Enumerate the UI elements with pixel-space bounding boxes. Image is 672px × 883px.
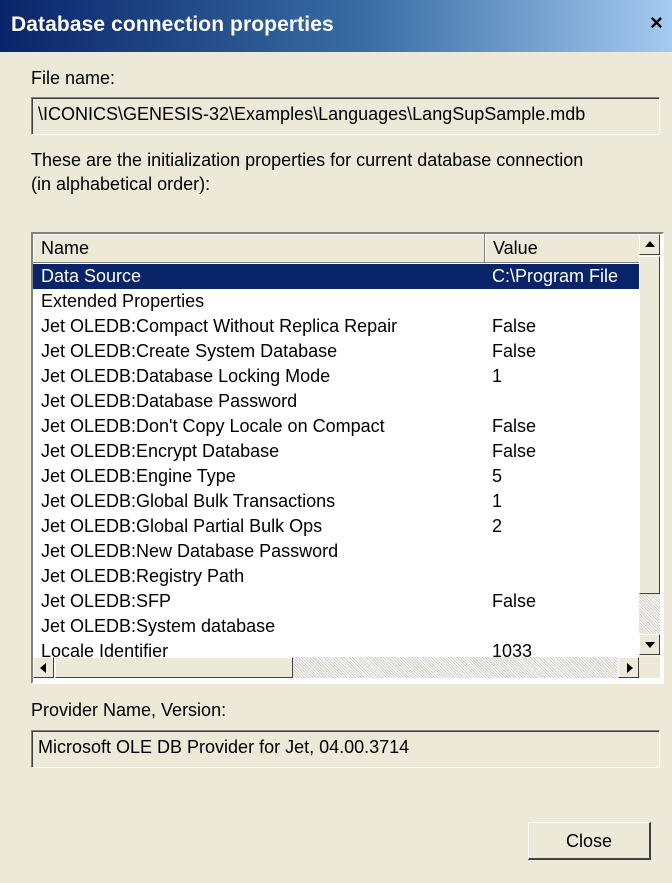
property-value: False — [492, 341, 537, 361]
scroll-up-button[interactable] — [639, 234, 660, 255]
window-title: Database connection properties — [11, 13, 334, 36]
arrow-down-icon — [645, 642, 655, 648]
property-name: Jet OLEDB:Registry Path — [41, 566, 245, 586]
file-name-label: File name: — [31, 68, 116, 88]
scroll-left-button[interactable] — [33, 657, 54, 678]
table-row[interactable]: Jet OLEDB:Database Password — [33, 389, 639, 414]
vertical-scroll-track[interactable] — [639, 594, 660, 634]
property-value: C:\Program File — [492, 266, 619, 286]
provider-label: Provider Name, Version: — [31, 700, 227, 720]
property-value: 5 — [492, 466, 503, 486]
property-name: Jet OLEDB:Encrypt Database — [41, 441, 280, 461]
property-name: Extended Properties — [41, 291, 205, 311]
arrow-right-icon — [627, 663, 633, 673]
table-row[interactable]: Jet OLEDB:Compact Without Replica Repair… — [33, 314, 639, 339]
table-row[interactable]: Jet OLEDB:Encrypt Database False — [33, 439, 639, 464]
property-name: Jet OLEDB:System database — [41, 616, 276, 636]
table-row[interactable]: Jet OLEDB:Registry Path — [33, 564, 639, 589]
close-button[interactable]: Close — [528, 822, 651, 860]
table-row[interactable]: Data Source C:\Program File — [33, 264, 639, 289]
table-row[interactable]: Jet OLEDB:Don't Copy Locale on Compact Fa… — [33, 414, 639, 439]
scroll-down-button[interactable] — [639, 634, 660, 655]
table-row[interactable]: Locale Identifier 1033 — [33, 639, 639, 657]
property-value: 2 — [492, 516, 503, 536]
vertical-scroll-thumb[interactable] — [639, 256, 660, 594]
vertical-scrollbar[interactable] — [639, 234, 660, 657]
property-value: False — [492, 591, 537, 611]
description-line-1: These are the initialization properties … — [31, 150, 584, 170]
column-header-value[interactable]: Value — [485, 234, 639, 263]
property-name: Jet OLEDB:Global Partial Bulk Ops — [41, 516, 323, 536]
column-header-name[interactable]: Name — [33, 234, 485, 263]
properties-list[interactable]: Name Value Data Source C:\Program File Ext… — [31, 232, 664, 684]
property-value: 1 — [492, 366, 503, 386]
horizontal-scrollbar[interactable] — [33, 657, 639, 678]
scrollbar-corner — [639, 657, 660, 678]
property-value: False — [492, 441, 537, 461]
scroll-right-button[interactable] — [618, 657, 639, 678]
table-row[interactable]: Jet OLEDB:System database — [33, 614, 639, 639]
table-row[interactable]: Jet OLEDB:SFP False — [33, 589, 639, 614]
property-name: Jet OLEDB:SFP — [41, 591, 172, 611]
table-row[interactable]: Extended Properties — [33, 289, 639, 314]
property-name: Jet OLEDB:Compact Without Replica Repair — [41, 316, 398, 336]
horizontal-scroll-thumb[interactable] — [55, 657, 293, 678]
property-name: Jet OLEDB:Global Bulk Transactions — [41, 491, 336, 511]
table-row[interactable]: Jet OLEDB:Engine Type 5 — [33, 464, 639, 489]
provider-value: Microsoft OLE DB Provider for Jet, 04.00… — [38, 737, 410, 757]
table-row[interactable]: Jet OLEDB:Database Locking Mode 1 — [33, 364, 639, 389]
table-row[interactable]: Jet OLEDB:Global Bulk Transactions 1 — [33, 489, 639, 514]
property-name: Jet OLEDB:New Database Password — [41, 541, 339, 561]
table-row[interactable]: Jet OLEDB:Global Partial Bulk Ops 2 — [33, 514, 639, 539]
property-name: Jet OLEDB:Database Locking Mode — [41, 366, 331, 386]
property-value: 1 — [492, 491, 503, 511]
property-name: Jet OLEDB:Database Password — [41, 391, 298, 411]
property-name: Jet OLEDB:Don't Copy Locale on Compact — [41, 416, 385, 436]
provider-field[interactable]: Microsoft OLE DB Provider for Jet, 04.00… — [31, 730, 660, 768]
property-name: Locale Identifier — [41, 641, 169, 657]
property-name: Data Source — [41, 266, 142, 286]
description-line-2: (in alphabetical order): — [31, 174, 211, 194]
database-connection-dialog: Database connection properties × File na… — [0, 0, 672, 883]
arrow-up-icon — [645, 241, 655, 247]
properties-list-viewport: Name Value Data Source C:\Program File Ext… — [33, 234, 639, 657]
close-window-icon[interactable]: × — [650, 10, 672, 36]
arrow-left-icon — [40, 663, 46, 673]
property-value: False — [492, 316, 537, 336]
property-value: False — [492, 416, 537, 436]
property-name: Jet OLEDB:Create System Database — [41, 341, 338, 361]
file-name-field[interactable]: \ICONICS\GENESIS-32\Examples\Languages\L… — [31, 97, 660, 135]
property-value: 1033 — [492, 641, 533, 657]
property-name: Jet OLEDB:Engine Type — [41, 466, 236, 486]
table-row[interactable]: Jet OLEDB:Create System Database False — [33, 339, 639, 364]
table-row[interactable]: Jet OLEDB:New Database Password — [33, 539, 639, 564]
title-bar[interactable]: Database connection properties × — [0, 0, 672, 52]
horizontal-scroll-track[interactable] — [293, 657, 618, 678]
file-name-value: \ICONICS\GENESIS-32\Examples\Languages\L… — [38, 104, 586, 124]
